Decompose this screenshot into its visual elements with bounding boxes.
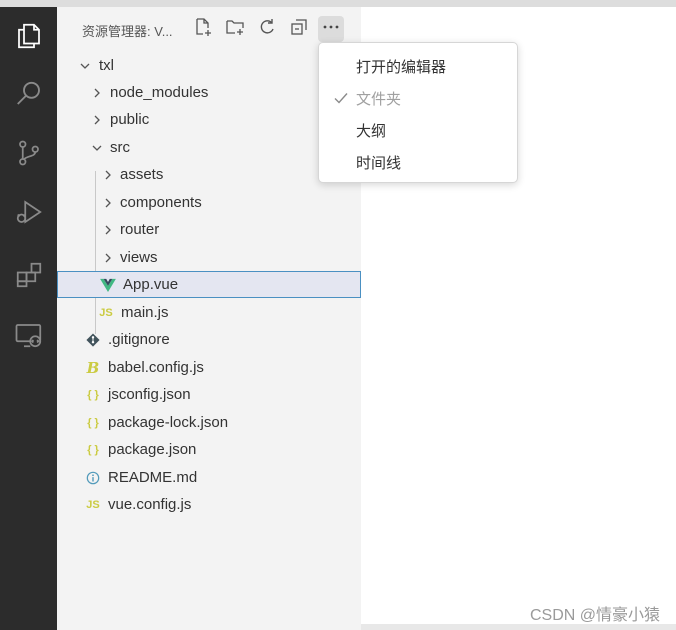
- source-control-icon: [14, 138, 44, 173]
- tree-item-label: babel.config.js: [108, 359, 204, 376]
- menu-item-label: 时间线: [356, 154, 402, 172]
- run-debug-activity-button[interactable]: [0, 190, 57, 238]
- tree-folder-src[interactable]: src: [57, 134, 361, 161]
- tree-item-label: views: [120, 249, 158, 266]
- search-icon: [14, 79, 44, 114]
- new-file-button[interactable]: [190, 16, 216, 42]
- refresh-icon: [257, 17, 277, 42]
- more-actions-button[interactable]: [318, 16, 344, 42]
- activity-bar: [0, 7, 57, 630]
- tree-file-babel-config[interactable]: B babel.config.js: [57, 354, 361, 381]
- more-icon: [321, 17, 341, 42]
- menu-item-open-editors[interactable]: 打开的编辑器: [319, 51, 517, 81]
- tree-file-readme[interactable]: README.md: [57, 464, 361, 491]
- tree-item-label: public: [110, 111, 150, 128]
- tree-item-label: package-lock.json: [108, 414, 229, 431]
- chevron-right-icon: [100, 250, 116, 266]
- menu-item-outline[interactable]: 大纲: [319, 115, 517, 145]
- collapse-all-icon: [289, 17, 309, 42]
- menu-item-label: 大纲: [356, 122, 387, 140]
- vue-file-icon: [99, 276, 117, 294]
- tree-item-label: vue.config.js: [108, 496, 192, 513]
- explorer-header: 资源管理器: V...: [57, 7, 361, 49]
- tree-folder-public[interactable]: public: [57, 106, 361, 133]
- watermark: CSDN @情豪小猿: [529, 607, 660, 624]
- tree-file-main-js[interactable]: JS main.js: [57, 299, 361, 326]
- info-file-icon: [84, 469, 102, 487]
- tree-file-gitignore[interactable]: .gitignore: [57, 326, 361, 353]
- json-file-icon: { }: [87, 443, 99, 456]
- tree-file-vue-config[interactable]: JS vue.config.js: [57, 491, 361, 518]
- menu-item-label: 打开的编辑器: [356, 58, 447, 76]
- search-activity-button[interactable]: [0, 72, 57, 120]
- tree-item-label: txl: [99, 57, 114, 74]
- collapse-all-button[interactable]: [286, 16, 312, 42]
- views-context-menu: 打开的编辑器 文件夹 大纲 时间线: [318, 42, 518, 183]
- chevron-right-icon: [89, 85, 105, 101]
- check-icon: [333, 90, 349, 106]
- tree-file-package-lock[interactable]: { } package-lock.json: [57, 409, 361, 436]
- json-file-icon: { }: [87, 416, 99, 429]
- json-file-icon: { }: [87, 388, 99, 401]
- tree-folder-views[interactable]: views: [57, 244, 361, 271]
- babel-file-icon: B: [86, 358, 100, 377]
- tree-item-label: .gitignore: [108, 331, 170, 348]
- menu-item-label: 文件夹: [356, 90, 402, 108]
- tree-item-label: assets: [120, 166, 164, 183]
- menu-item-timeline[interactable]: 时间线: [319, 147, 517, 177]
- chevron-right-icon: [100, 167, 116, 183]
- extensions-activity-button[interactable]: [0, 253, 57, 301]
- extensions-icon: [14, 260, 44, 295]
- chevron-right-icon: [100, 222, 116, 238]
- tree-file-package-json[interactable]: { } package.json: [57, 436, 361, 463]
- tree-item-label: README.md: [108, 469, 198, 486]
- js-file-icon: JS: [86, 498, 100, 511]
- menu-item-folders[interactable]: 文件夹: [319, 83, 517, 113]
- chevron-right-icon: [89, 112, 105, 128]
- chevron-down-icon: [77, 58, 93, 74]
- chevron-right-icon: [100, 195, 116, 211]
- tree-folder-components[interactable]: components: [57, 189, 361, 216]
- tree-item-label: router: [120, 221, 160, 238]
- tree-item-label: node_modules: [110, 84, 209, 101]
- explorer-sidebar: 资源管理器: V... txl node_modules public src …: [57, 7, 361, 630]
- new-folder-button[interactable]: [222, 16, 248, 42]
- refresh-button[interactable]: [254, 16, 280, 42]
- tree-item-label: components: [120, 194, 202, 211]
- tree-folder-router[interactable]: router: [57, 216, 361, 243]
- remote-explorer-icon: [14, 320, 44, 355]
- tree-file-jsconfig[interactable]: { } jsconfig.json: [57, 381, 361, 408]
- tree-folder-txl[interactable]: txl: [57, 52, 361, 79]
- tree-item-label: package.json: [108, 441, 197, 458]
- remote-explorer-activity-button[interactable]: [0, 313, 57, 361]
- tree-folder-node-modules[interactable]: node_modules: [57, 79, 361, 106]
- js-file-icon: JS: [99, 306, 113, 319]
- new-folder-icon: [225, 17, 245, 42]
- window-top-strip: [0, 0, 676, 7]
- tree-item-label: src: [110, 139, 130, 156]
- new-file-icon: [193, 17, 213, 42]
- git-file-icon: [84, 331, 102, 349]
- tree-item-label: App.vue: [123, 276, 179, 293]
- explorer-title: 资源管理器: V...: [82, 24, 173, 39]
- run-debug-icon: [14, 197, 44, 232]
- tree-file-app-vue[interactable]: App.vue: [57, 271, 361, 298]
- source-control-activity-button[interactable]: [0, 131, 57, 179]
- chevron-down-icon: [89, 140, 105, 156]
- tree-item-label: main.js: [121, 304, 169, 321]
- files-icon: [14, 21, 44, 56]
- tree-folder-assets[interactable]: assets: [57, 161, 361, 188]
- tree-item-label: jsconfig.json: [108, 386, 191, 403]
- explorer-activity-button[interactable]: [0, 14, 57, 62]
